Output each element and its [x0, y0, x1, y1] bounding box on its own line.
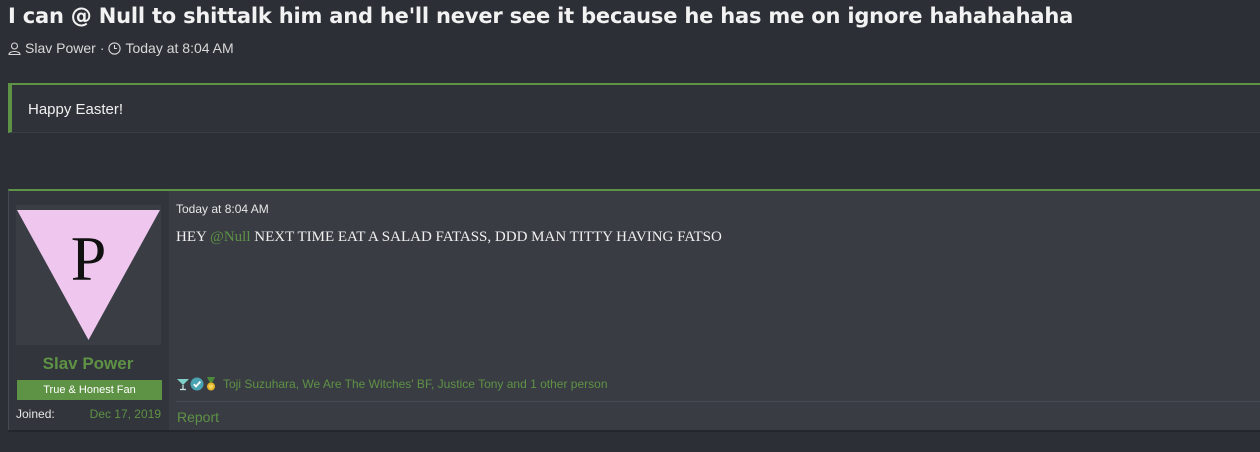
medal-icon — [207, 377, 215, 391]
thread-meta: Slav Power · Today at 8:04 AM — [8, 40, 234, 56]
post-body: HEY @Null NEXT TIME EAT A SALAD FATASS, … — [176, 229, 722, 246]
user-icon — [8, 41, 21, 55]
thread-date-link[interactable]: Today at 8:04 AM — [125, 40, 233, 56]
reactions-bar[interactable]: Toji Suzuhara, We Are The Witches' BF, J… — [176, 377, 608, 391]
check-badge-icon — [190, 377, 204, 391]
post: P Slav Power True & Honest Fan Joined: D… — [8, 189, 1260, 431]
post-footer-divider — [176, 401, 1260, 402]
thread-author-link[interactable]: Slav Power — [25, 40, 96, 56]
post-text-end: NEXT TIME EAT A SALAD FATASS, DDD MAN TI… — [250, 229, 722, 245]
notice-text: Happy Easter! — [28, 101, 124, 118]
mention-link[interactable]: @Null — [210, 229, 250, 245]
cocktail-icon — [177, 379, 189, 391]
reactions-text[interactable]: Toji Suzuhara, We Are The Witches' BF, J… — [223, 377, 608, 391]
joined-label: Joined: — [16, 407, 55, 421]
thread-title: I can @ Null to shittalk him and he'll n… — [8, 4, 1074, 28]
post-text-start: HEY — [176, 229, 211, 245]
clock-icon — [108, 41, 122, 55]
post-bottom-shadow — [8, 430, 1260, 432]
user-name-link[interactable]: Slav Power — [9, 354, 167, 374]
user-title-badge: True & Honest Fan — [17, 380, 162, 400]
post-date-link[interactable]: Today at 8:04 AM — [176, 202, 269, 216]
joined-value: Dec 17, 2019 — [89, 407, 161, 421]
meta-separator: · — [99, 40, 105, 56]
avatar[interactable]: P — [16, 205, 161, 345]
avatar-letter: P — [71, 223, 107, 294]
report-link[interactable]: Report — [177, 409, 219, 425]
user-panel: P Slav Power True & Honest Fan Joined: D… — [9, 191, 169, 431]
notice-block: Happy Easter! — [8, 83, 1260, 133]
